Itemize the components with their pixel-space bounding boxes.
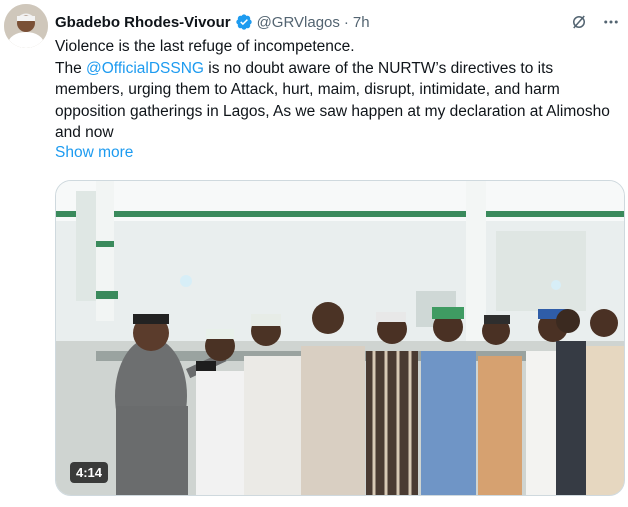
tweet-header: Gbadebo Rhodes-Vivour @GRVlagos · 7h	[55, 12, 620, 32]
tweet-body: The @OfficialDSSNG is no doubt aware of …	[55, 58, 615, 144]
tweet-body-prefix: The	[55, 59, 87, 77]
video-thumbnail	[56, 181, 624, 495]
author-name[interactable]: Gbadebo Rhodes-Vivour	[55, 14, 231, 31]
verified-badge-icon	[235, 13, 253, 31]
video-duration-badge: 4:14	[70, 462, 109, 483]
video-player[interactable]: 4:14	[55, 180, 625, 496]
author-avatar[interactable]	[4, 4, 48, 48]
tweet-timestamp[interactable]: 7h	[353, 14, 370, 31]
author-handle[interactable]: @GRVlagos	[257, 14, 340, 31]
show-more-link[interactable]: Show more	[55, 144, 133, 162]
header-actions	[570, 13, 620, 31]
tweet-line-1: Violence is the last refuge of incompete…	[55, 38, 355, 55]
tweet-text: Violence is the last refuge of incompete…	[55, 36, 615, 144]
grok-icon[interactable]	[570, 13, 588, 31]
separator-dot: ·	[343, 13, 349, 31]
mention-link[interactable]: @OfficialDSSNG	[86, 60, 204, 77]
more-options-icon[interactable]	[602, 13, 620, 31]
